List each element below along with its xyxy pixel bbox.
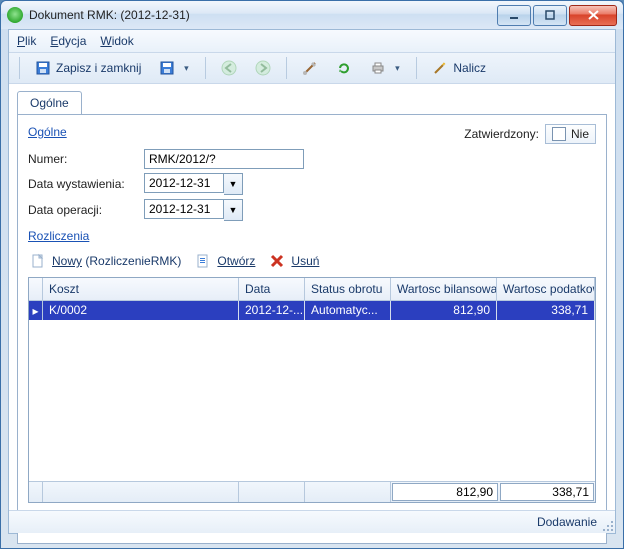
status-text: Dodawanie: [537, 515, 597, 529]
save-button[interactable]: ▾: [152, 55, 197, 81]
save-and-close-label: Zapisz i zamknij: [56, 61, 141, 75]
refresh-icon: [336, 60, 352, 76]
content: Ogólne Ogólne Zatwierdzony: Nie Numer:: [9, 84, 615, 533]
data-operacji-input[interactable]: [144, 199, 224, 219]
cell-data[interactable]: 2012-12-...: [239, 301, 305, 320]
tab-panel-ogolne: Ogólne Zatwierdzony: Nie Numer: Data wys…: [17, 114, 607, 544]
nav-forward-button[interactable]: [248, 55, 278, 81]
tools-button[interactable]: [295, 55, 325, 81]
col-status[interactable]: Status obrotu: [305, 278, 391, 300]
numer-label: Numer:: [28, 152, 144, 166]
otworz-button[interactable]: Otwórz: [195, 253, 255, 269]
new-document-icon: [30, 253, 46, 269]
app-window: Dokument RMK: (2012-12-31) Plik Edycja W…: [0, 0, 624, 549]
app-icon: [7, 7, 23, 23]
menu-widok[interactable]: Widok: [100, 34, 133, 48]
total-podatkowa: 338,71: [500, 483, 594, 501]
rozliczenia-grid[interactable]: Koszt Data Status obrotu Wartosc bilanso…: [28, 277, 596, 503]
zatwierdzony-toggle[interactable]: Nie: [545, 124, 596, 144]
arrow-left-icon: [221, 60, 237, 76]
cell-podatkowa[interactable]: 338,71: [497, 301, 595, 320]
section-ogolne[interactable]: Ogólne: [28, 125, 67, 139]
data-wystawienia-dropdown[interactable]: ▼: [224, 173, 243, 195]
section-rozliczenia[interactable]: Rozliczenia: [28, 229, 89, 243]
col-data[interactable]: Data: [239, 278, 305, 300]
data-wystawienia-label: Data wystawienia:: [28, 177, 144, 191]
data-operacji-label: Data operacji:: [28, 203, 144, 217]
otworz-label: Otwórz: [217, 254, 255, 268]
tab-ogolne[interactable]: Ogólne: [17, 91, 82, 115]
col-bilansowa[interactable]: Wartosc bilansowa: [391, 278, 497, 300]
rozliczenia-toolbar: Nowy (RozliczenieRMK) Otwórz Usuń: [28, 249, 596, 275]
cell-koszt[interactable]: K/0002: [43, 301, 239, 320]
grid-corner: [29, 278, 43, 300]
maximize-button[interactable]: [533, 5, 567, 26]
total-bilansowa: 812,90: [392, 483, 498, 501]
row-indicator-icon: ▸: [29, 301, 43, 320]
nowy-label: Nowy: [52, 254, 82, 268]
menu-plik[interactable]: Plik: [17, 34, 36, 48]
chevron-down-icon: ▼: [229, 179, 238, 189]
checkbox-icon: [552, 127, 566, 141]
close-button[interactable]: [569, 5, 617, 26]
cell-bilansowa[interactable]: 812,90: [391, 301, 497, 320]
usun-button[interactable]: Usuń: [269, 253, 319, 269]
statusbar: Dodawanie: [9, 510, 615, 533]
grid-footer: 812,90 338,71: [29, 481, 595, 502]
chevron-down-icon: ▼: [229, 205, 238, 215]
tools-icon: [302, 60, 318, 76]
save-icon: [159, 60, 175, 76]
save-icon: [35, 60, 51, 76]
open-icon: [195, 253, 211, 269]
print-button[interactable]: ▾: [363, 55, 408, 81]
numer-input[interactable]: [144, 149, 304, 169]
grid-body[interactable]: ▸ K/0002 2012-12-... Automatyc... 812,90…: [29, 301, 595, 481]
grid-header: Koszt Data Status obrotu Wartosc bilanso…: [29, 278, 595, 301]
table-row[interactable]: ▸ K/0002 2012-12-... Automatyc... 812,90…: [29, 301, 595, 320]
nalicz-button[interactable]: Nalicz: [425, 55, 493, 81]
col-koszt[interactable]: Koszt: [43, 278, 239, 300]
save-and-close-button[interactable]: Zapisz i zamknij: [28, 55, 148, 81]
usun-label: Usuń: [291, 254, 319, 268]
menubar: Plik Edycja Widok: [9, 30, 615, 53]
client-area: Plik Edycja Widok Zapisz i zamknij ▾: [8, 29, 616, 534]
nav-back-button[interactable]: [214, 55, 244, 81]
delete-icon: [269, 253, 285, 269]
minimize-button[interactable]: [497, 5, 531, 26]
tabstrip: Ogólne: [17, 90, 607, 114]
resize-grip-icon[interactable]: [601, 519, 613, 531]
window-title: Dokument RMK: (2012-12-31): [29, 8, 497, 22]
chevron-down-icon[interactable]: ▾: [182, 63, 190, 74]
refresh-button[interactable]: [329, 55, 359, 81]
toolbar: Zapisz i zamknij ▾: [9, 53, 615, 84]
col-podatkowa[interactable]: Wartosc podatkowa: [497, 278, 595, 300]
data-wystawienia-input[interactable]: [144, 173, 224, 193]
nowy-button[interactable]: Nowy (RozliczenieRMK): [30, 253, 181, 269]
cell-status[interactable]: Automatyc...: [305, 301, 391, 320]
nowy-hint: (RozliczenieRMK): [85, 254, 181, 268]
titlebar[interactable]: Dokument RMK: (2012-12-31): [1, 1, 623, 29]
printer-icon: [370, 60, 386, 76]
chevron-down-icon[interactable]: ▾: [393, 63, 401, 74]
zatwierdzony-value: Nie: [571, 127, 589, 141]
menu-edycja[interactable]: Edycja: [50, 34, 86, 48]
zatwierdzony-field: Zatwierdzony: Nie: [464, 124, 596, 144]
wand-icon: [432, 60, 448, 76]
data-operacji-dropdown[interactable]: ▼: [224, 199, 243, 221]
nalicz-label: Nalicz: [453, 61, 486, 75]
zatwierdzony-label: Zatwierdzony:: [464, 127, 539, 141]
arrow-right-icon: [255, 60, 271, 76]
